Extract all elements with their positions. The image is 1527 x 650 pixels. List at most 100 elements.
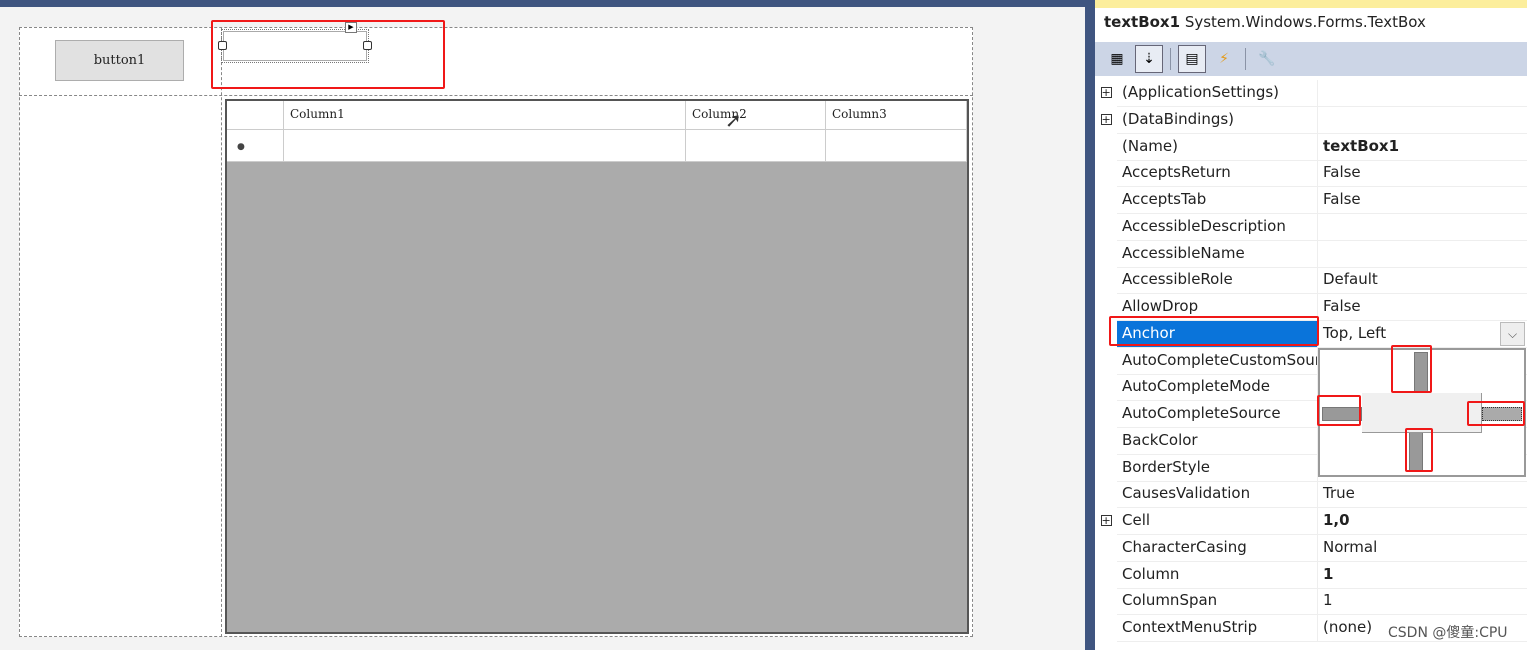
expand-gutter <box>1095 160 1117 188</box>
panel-row-divider <box>19 95 973 96</box>
grid-cell[interactable] <box>686 130 826 162</box>
alphabetical-icon[interactable]: ⇣ <box>1135 45 1163 73</box>
property-row[interactable]: CharacterCasing Normal <box>1095 534 1527 562</box>
property-value[interactable]: textBox1 <box>1318 134 1527 161</box>
mouse-cursor-icon: ➚ <box>725 108 742 132</box>
property-name[interactable]: AutoCompleteMode <box>1117 374 1318 402</box>
expand-gutter <box>1095 187 1117 214</box>
property-value[interactable]: False <box>1318 187 1527 214</box>
property-row[interactable]: + (DataBindings) <box>1095 106 1527 134</box>
toolbar-separator <box>1245 48 1246 70</box>
expand-gutter <box>1095 401 1117 428</box>
panel-header-strip <box>1095 0 1527 8</box>
events-icon[interactable]: ⚡ <box>1210 45 1238 73</box>
highlight-anchor-left <box>1317 395 1361 426</box>
column-header[interactable]: Column1 <box>284 101 686 130</box>
property-value[interactable] <box>1318 214 1527 241</box>
property-value[interactable] <box>1318 80 1527 107</box>
dropdown-button[interactable]: ⌵ <box>1500 322 1525 346</box>
column-header[interactable]: Column2 <box>686 101 826 130</box>
property-value[interactable] <box>1318 241 1527 268</box>
expand-gutter <box>1095 454 1117 482</box>
property-name[interactable]: AccessibleName <box>1117 240 1318 268</box>
property-name[interactable]: BackColor <box>1117 427 1318 455</box>
expand-gutter <box>1095 374 1117 402</box>
property-name[interactable]: ContextMenuStrip <box>1117 615 1318 642</box>
data-grid-view[interactable]: Column1 Column2 Column3 ● <box>225 99 969 634</box>
expand-gutter <box>1095 133 1117 161</box>
property-value[interactable] <box>1318 107 1527 134</box>
property-row[interactable]: AccessibleName <box>1095 240 1527 268</box>
panel-splitter[interactable] <box>1085 0 1095 650</box>
expand-gutter[interactable]: + <box>1095 106 1117 134</box>
property-row[interactable]: AcceptsTab False <box>1095 187 1527 214</box>
properties-icon[interactable]: ▤ <box>1178 45 1206 73</box>
expand-gutter <box>1095 267 1117 295</box>
property-value[interactable]: Normal <box>1318 535 1527 562</box>
button1[interactable]: button1 <box>55 40 184 81</box>
property-name[interactable]: AcceptsReturn <box>1117 160 1318 188</box>
property-pages-icon[interactable]: 🔧 <box>1253 45 1281 73</box>
property-name[interactable]: (ApplicationSettings) <box>1117 80 1318 107</box>
property-value[interactable]: True <box>1318 481 1527 509</box>
expand-plus-icon[interactable]: + <box>1100 113 1112 125</box>
property-name[interactable]: AccessibleRole <box>1117 267 1318 295</box>
expand-gutter <box>1095 615 1117 642</box>
title-bar <box>0 0 1085 7</box>
property-name[interactable]: AccessibleDescription <box>1117 213 1318 241</box>
expand-gutter[interactable]: + <box>1095 508 1117 535</box>
property-value[interactable]: 1,0 <box>1318 508 1527 535</box>
object-type: System.Windows.Forms.TextBox <box>1184 13 1426 31</box>
expand-gutter <box>1095 213 1117 241</box>
property-name[interactable]: CharacterCasing <box>1117 534 1318 562</box>
expand-gutter <box>1095 427 1117 455</box>
grid-cell[interactable] <box>826 130 967 162</box>
property-row[interactable]: AccessibleRole Default <box>1095 267 1527 295</box>
property-value[interactable]: Default <box>1318 267 1527 295</box>
grid-cell[interactable] <box>284 130 686 162</box>
property-row[interactable]: (Name) textBox1 <box>1095 133 1527 161</box>
property-name[interactable]: AcceptsTab <box>1117 187 1318 214</box>
categorized-icon[interactable]: ▦ <box>1103 45 1131 73</box>
expand-gutter <box>1095 481 1117 509</box>
property-row[interactable]: Column 1 <box>1095 561 1527 589</box>
expand-plus-icon[interactable]: + <box>1100 87 1112 98</box>
property-value[interactable]: 1 <box>1318 562 1527 589</box>
property-row[interactable]: AcceptsReturn False <box>1095 160 1527 188</box>
panel-column-divider <box>221 27 222 637</box>
property-value[interactable]: False <box>1318 294 1527 321</box>
property-name[interactable]: AutoCompleteCustomSource <box>1117 347 1318 375</box>
properties-panel: textBox1 System.Windows.Forms.TextBox ▦ ⇣… <box>1095 0 1527 650</box>
highlight-anchor-right <box>1467 401 1525 426</box>
object-name: textBox1 <box>1104 13 1181 31</box>
property-row[interactable]: AccessibleDescription <box>1095 213 1527 241</box>
selected-object-label[interactable]: textBox1 System.Windows.Forms.TextBox <box>1104 13 1426 31</box>
watermark: CSDN @傻童:CPU <box>1388 625 1508 641</box>
column-header[interactable]: Column3 <box>826 101 967 130</box>
property-name[interactable]: ColumnSpan <box>1117 588 1318 616</box>
highlight-anchor-top <box>1391 345 1432 393</box>
property-value[interactable]: 1 <box>1318 588 1527 616</box>
anchor-control-preview <box>1362 393 1482 433</box>
highlight-anchor-bottom <box>1405 428 1433 472</box>
property-row[interactable]: + (ApplicationSettings) <box>1095 80 1527 107</box>
expand-gutter[interactable]: + <box>1095 80 1117 107</box>
property-name[interactable]: CausesValidation <box>1117 481 1318 509</box>
expand-gutter <box>1095 588 1117 616</box>
property-value[interactable]: Top, Left <box>1318 321 1527 348</box>
property-value[interactable]: False <box>1318 160 1527 188</box>
property-name[interactable]: Cell <box>1117 508 1318 535</box>
expand-gutter <box>1095 561 1117 589</box>
expand-gutter <box>1095 347 1117 375</box>
expand-plus-icon[interactable]: + <box>1100 515 1112 526</box>
property-row[interactable]: CausesValidation True <box>1095 481 1527 509</box>
new-row-marker: ● <box>227 130 284 162</box>
property-name[interactable]: AutoCompleteSource <box>1117 401 1318 428</box>
property-name[interactable]: BorderStyle <box>1117 454 1318 482</box>
property-name[interactable]: (Name) <box>1117 133 1318 161</box>
highlight-textbox <box>211 20 445 89</box>
property-row[interactable]: ColumnSpan 1 <box>1095 588 1527 616</box>
property-name[interactable]: Column <box>1117 561 1318 589</box>
property-row[interactable]: + Cell 1,0 <box>1095 508 1527 535</box>
property-name[interactable]: (DataBindings) <box>1117 106 1318 134</box>
